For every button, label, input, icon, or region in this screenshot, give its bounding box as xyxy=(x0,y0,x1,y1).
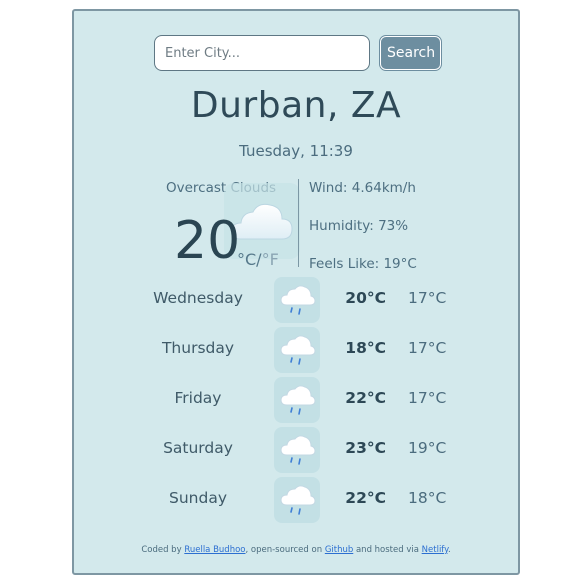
wind-speed: Wind: 4.64km/h xyxy=(309,180,416,196)
author-link[interactable]: Ruella Budhoo xyxy=(184,545,245,555)
footer-prefix: Coded by xyxy=(141,545,182,555)
forecast-low: 18°C xyxy=(408,489,447,507)
rain-cloud-icon xyxy=(274,277,320,323)
footer-end: . xyxy=(447,545,451,555)
footer-and: and hosted via xyxy=(355,545,419,555)
forecast-high: 18°C xyxy=(345,339,386,357)
current-datetime: Tuesday, 11:39 xyxy=(239,142,353,160)
fahrenheit-link[interactable]: °F xyxy=(262,250,279,269)
forecast-low: 17°C xyxy=(408,389,447,407)
current-temperature: 20 xyxy=(174,211,241,271)
forecast-low: 17°C xyxy=(408,289,447,307)
forecast-low: 19°C xyxy=(408,439,447,457)
feels-like: Feels Like: 19°C xyxy=(309,256,417,272)
forecast-row: Saturday 23°C 19°C xyxy=(74,425,518,475)
forecast-day: Sunday xyxy=(169,489,227,507)
forecast-day: Friday xyxy=(174,389,222,407)
forecast-high: 23°C xyxy=(345,439,386,457)
forecast-row: Wednesday 20°C 17°C xyxy=(74,275,518,325)
forecast-high: 22°C xyxy=(345,489,386,507)
github-link[interactable]: Github xyxy=(325,545,353,555)
divider xyxy=(298,179,299,267)
forecast-low: 17°C xyxy=(408,339,447,357)
search-form: Search xyxy=(74,35,518,71)
forecast-high: 20°C xyxy=(345,289,386,307)
forecast-row: Thursday 18°C 17°C xyxy=(74,325,518,375)
humidity: Humidity: 73% xyxy=(309,218,409,234)
forecast-high: 22°C xyxy=(345,389,386,407)
forecast-day: Thursday xyxy=(161,339,235,357)
rain-cloud-icon xyxy=(274,427,320,473)
forecast-day: Saturday xyxy=(163,439,233,457)
city-search-input[interactable] xyxy=(154,35,370,71)
footer-mid: , open-sourced on xyxy=(245,545,323,555)
rain-cloud-icon xyxy=(274,477,320,523)
weather-card: Search Durban, ZA Tuesday, 11:39 Overcas… xyxy=(72,9,520,575)
celsius-link[interactable]: °C xyxy=(237,250,256,269)
forecast-day: Wednesday xyxy=(153,289,243,307)
search-button[interactable]: Search xyxy=(379,35,442,71)
unit-toggle[interactable]: °C/°F xyxy=(237,250,279,269)
rain-cloud-icon xyxy=(274,327,320,373)
rain-cloud-icon xyxy=(274,377,320,423)
forecast-row: Sunday 22°C 18°C xyxy=(74,475,518,525)
netlify-link[interactable]: Netlify xyxy=(422,545,448,555)
city-name: Durban, ZA xyxy=(190,85,402,126)
footer: Coded by Ruella Budhoo, open-sourced on … xyxy=(74,545,518,555)
forecast-row: Friday 22°C 17°C xyxy=(74,375,518,425)
